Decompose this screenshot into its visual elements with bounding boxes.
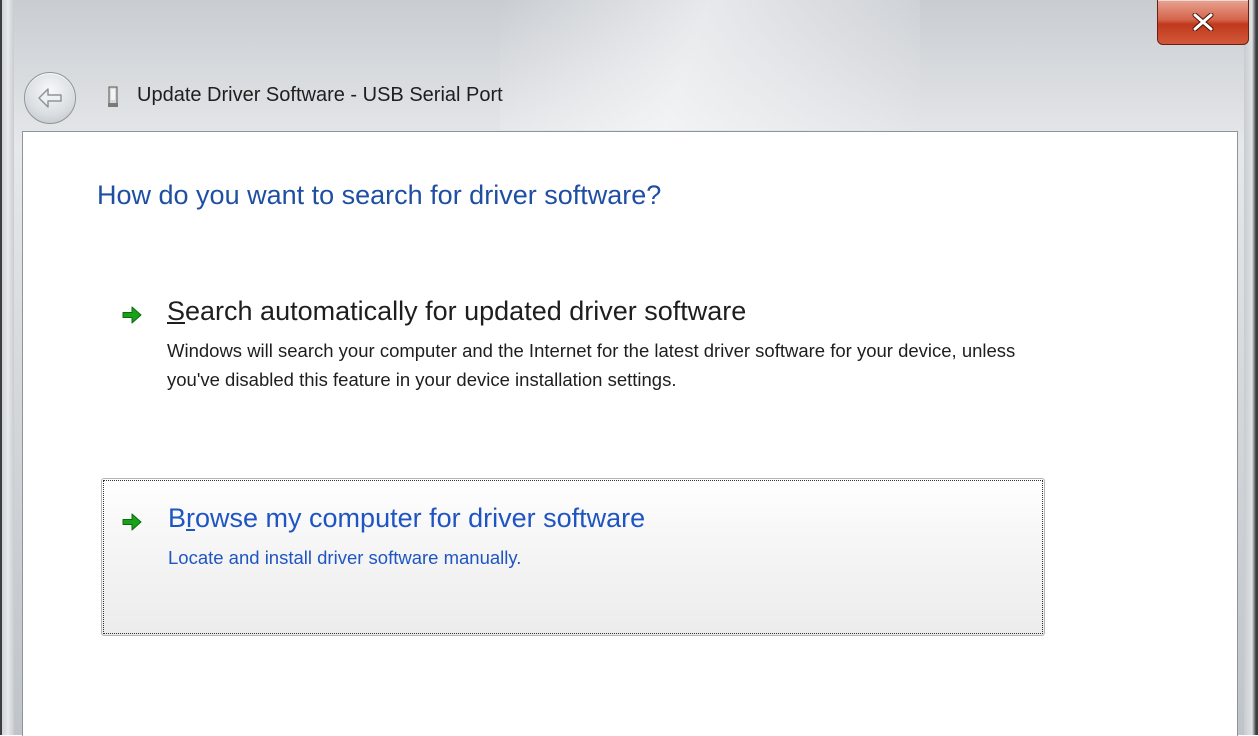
- close-button[interactable]: [1157, 0, 1249, 45]
- green-arrow-icon: [122, 306, 142, 324]
- option-title: Browse my computer for driver software: [168, 503, 645, 534]
- usb-device-icon: [108, 86, 118, 107]
- accelerator-key: S: [167, 296, 186, 326]
- option-title-text: owse my computer for driver software: [195, 503, 646, 533]
- back-button[interactable]: [24, 72, 76, 124]
- option-title: Search automatically for updated driver …: [167, 296, 746, 327]
- option-description: Windows will search your computer and th…: [167, 340, 1016, 390]
- dialog-content: How do you want to search for driver sof…: [22, 131, 1238, 736]
- window-title: Update Driver Software - USB Serial Port: [137, 84, 503, 106]
- window-left-border: [0, 0, 14, 735]
- window-right-border: [1244, 0, 1258, 735]
- option-title-start: B: [168, 503, 187, 533]
- close-x-icon: [1192, 13, 1214, 31]
- green-arrow-icon: [122, 513, 142, 531]
- option-title-text: earch automatically for updated driver s…: [185, 296, 747, 326]
- accelerator-key: r: [186, 503, 196, 533]
- search-automatically-option[interactable]: Search automatically for updated driver …: [101, 292, 1045, 442]
- option-description: Locate and install driver software manua…: [168, 547, 522, 568]
- page-heading: How do you want to search for driver sof…: [97, 180, 662, 210]
- browse-computer-option[interactable]: Browse my computer for driver software L…: [101, 478, 1045, 636]
- back-arrow-icon: [38, 88, 62, 108]
